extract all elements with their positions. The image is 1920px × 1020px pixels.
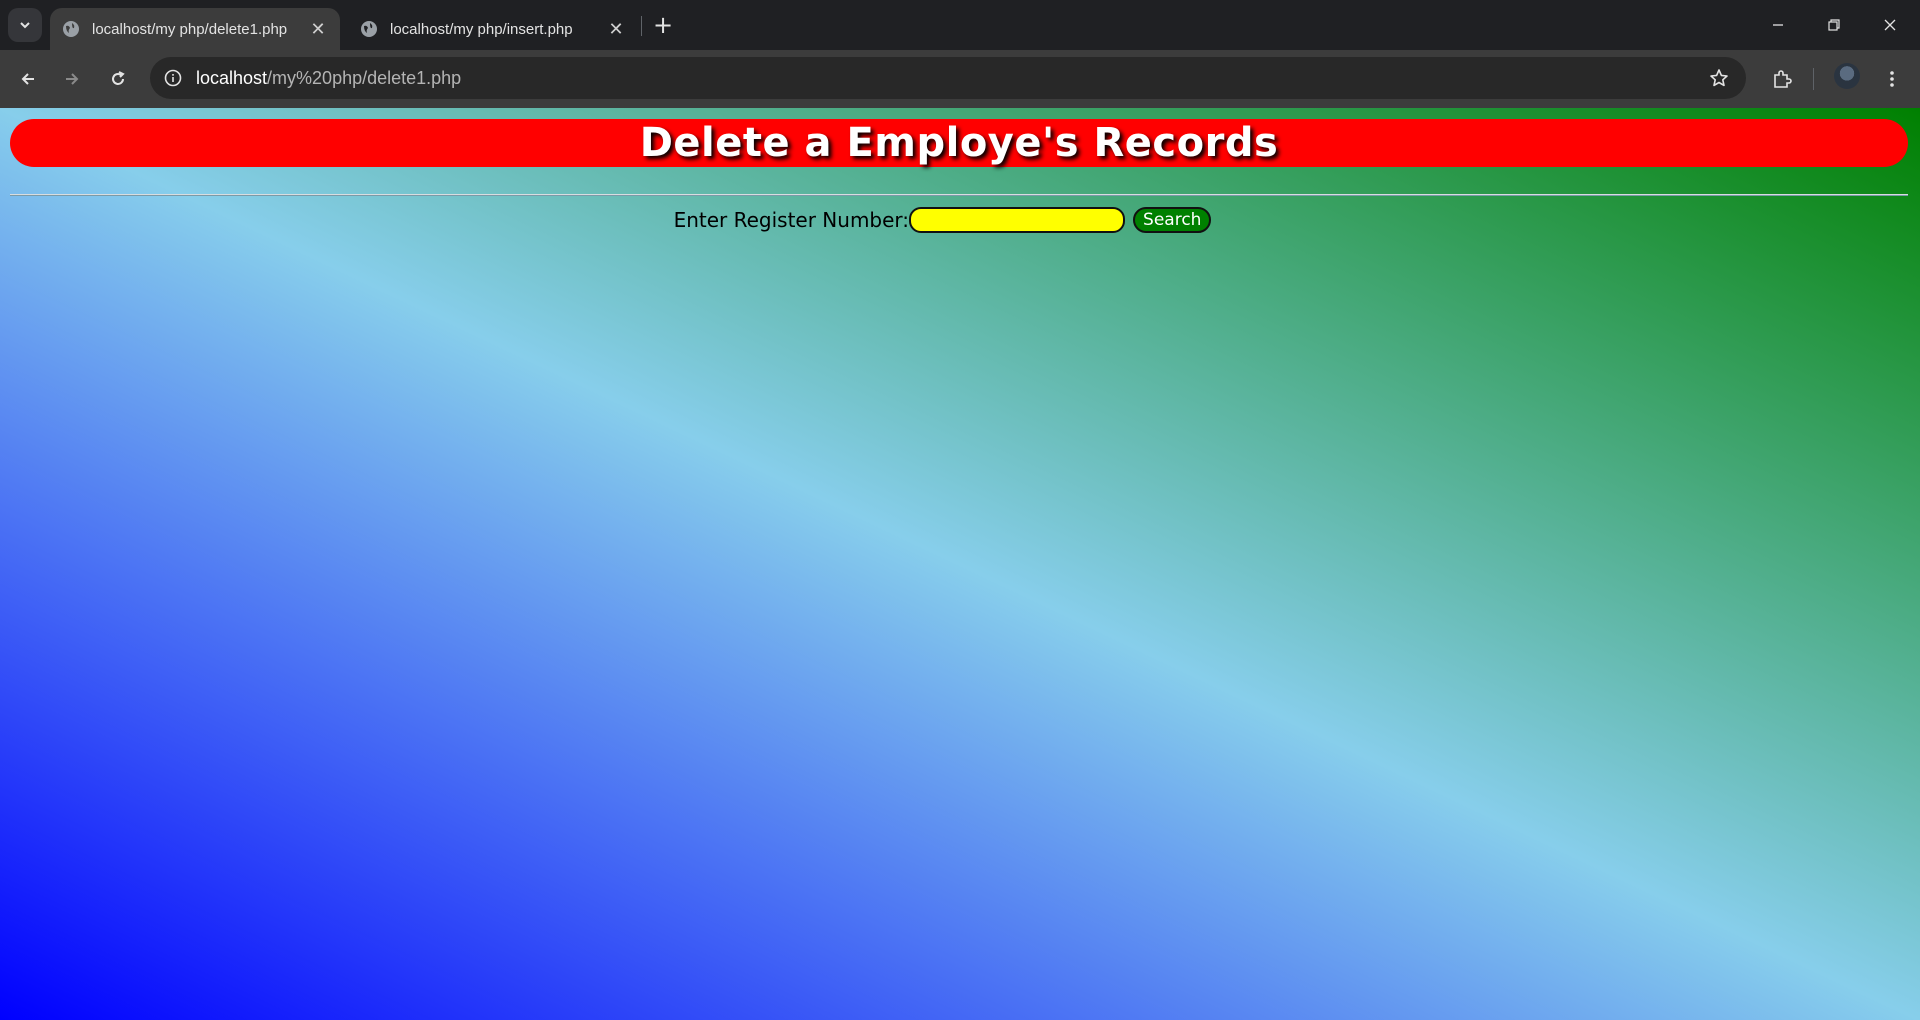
tab-title: localhost/my php/delete1.php (92, 20, 288, 38)
browser-toolbar: localhost/my%20php/delete1.php (0, 50, 1920, 108)
url-text[interactable]: localhost/my%20php/delete1.php (196, 57, 461, 99)
minimize-icon (1773, 24, 1783, 26)
close-window-button[interactable] (1862, 0, 1918, 50)
kebab-menu-icon (1890, 71, 1894, 87)
toolbar-divider (1813, 68, 1814, 90)
forward-button[interactable] (56, 63, 88, 95)
puzzle-icon (1774, 70, 1792, 88)
page-banner: Delete a Employe's Records (10, 119, 1908, 167)
reload-icon (112, 71, 125, 85)
restore-icon (1828, 19, 1840, 31)
menu-button[interactable] (1876, 63, 1908, 95)
url-host: localhost (196, 68, 268, 88)
tab-strip: localhost/my php/delete1.php ✕ localhost… (0, 0, 1920, 50)
search-button[interactable]: Search (1133, 207, 1212, 233)
arrow-right-icon (66, 73, 79, 85)
avatar[interactable] (1834, 63, 1860, 89)
close-icon[interactable]: ✕ (602, 15, 630, 43)
chevron-down-icon (20, 22, 30, 29)
search-form: Enter Register Number: Search (0, 205, 1920, 235)
page-content: Delete a Employe's Records Enter Registe… (0, 108, 1920, 1020)
tab-divider (641, 16, 642, 36)
tab-insert[interactable]: localhost/my php/insert.php ✕ (348, 8, 638, 50)
arrow-left-icon (21, 73, 34, 85)
tab-search-button[interactable] (8, 8, 42, 42)
tab-delete1[interactable]: localhost/my php/delete1.php ✕ (50, 8, 340, 50)
register-number-input[interactable] (909, 207, 1126, 233)
url-path: /my%20php/delete1.php (267, 68, 462, 88)
tab-title: localhost/my php/insert.php (390, 20, 573, 38)
globe-icon (62, 20, 80, 38)
star-icon[interactable] (1706, 65, 1732, 91)
globe-icon (360, 20, 378, 38)
new-tab-button[interactable]: + (648, 10, 678, 40)
minimize-button[interactable] (1750, 0, 1806, 50)
back-button[interactable] (12, 63, 44, 95)
divider (10, 194, 1908, 196)
extensions-button[interactable] (1766, 63, 1798, 95)
restore-button[interactable] (1806, 0, 1862, 50)
reload-button[interactable] (102, 63, 134, 95)
address-bar[interactable]: localhost/my%20php/delete1.php (150, 57, 1746, 99)
close-icon (1884, 19, 1896, 31)
close-icon[interactable]: ✕ (304, 15, 332, 43)
info-icon[interactable] (160, 65, 186, 91)
plus-icon: + (652, 11, 674, 39)
page-title: Delete a Employe's Records (639, 120, 1279, 166)
register-number-label: Enter Register Number: (673, 208, 910, 232)
